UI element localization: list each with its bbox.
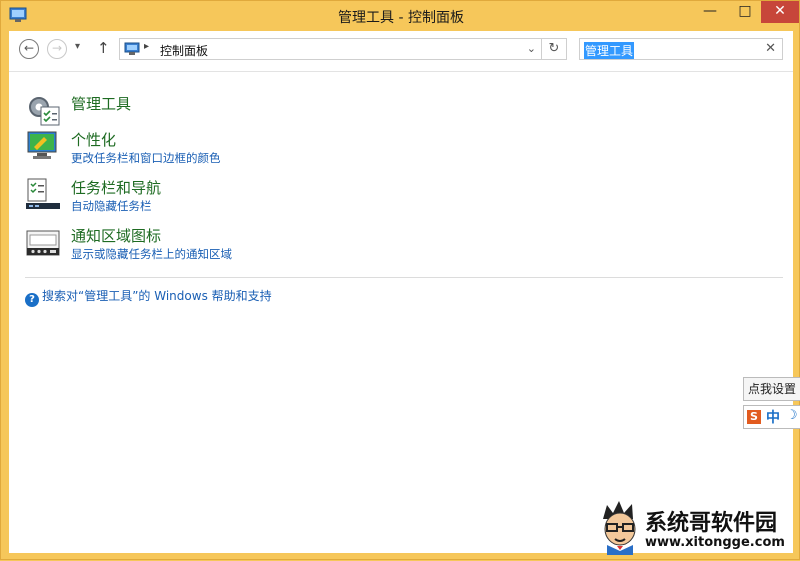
sogou-logo-icon[interactable]: S [747,410,761,424]
divider [25,277,783,278]
watermark-title: 系统哥软件园 [645,511,778,536]
address-bar[interactable]: ▸ 控制面板 ⌄ ↻ [119,38,567,60]
breadcrumb-separator[interactable]: ▸ [144,41,149,52]
maximize-button[interactable]: □ [729,1,761,23]
result-item-taskbar-navigation[interactable]: 任务栏和导航 自动隐藏任务栏 [25,177,325,215]
item-title[interactable]: 任务栏和导航 [71,177,161,198]
back-button[interactable]: ← [19,39,39,59]
navigation-bar: ← → ▾ ↑ ▸ 控制面板 ⌄ ↻ 管理工具 ✕ [9,31,793,71]
search-input[interactable]: 管理工具 ✕ [579,38,783,60]
site-watermark: 系统哥软件园 www.xitongge.com [597,495,800,561]
clear-search-button[interactable]: ✕ [765,41,776,56]
address-dropdown-button[interactable]: ⌄ [527,42,536,55]
recent-locations-button[interactable]: ▾ [75,41,80,52]
item-title[interactable]: 个性化 [71,129,116,150]
search-query[interactable]: 管理工具 [584,42,635,59]
notification-area-icon [26,230,60,256]
ime-toolbar[interactable]: S 中 ☽ [743,405,800,429]
title-bar[interactable]: 管理工具 - 控制面板 — □ ✕ [1,1,800,31]
up-button[interactable]: ↑ [97,39,110,57]
item-subtitle-link[interactable]: 更改任务栏和窗口边框的颜色 [71,150,221,166]
taskbar-navigation-icon [26,178,60,209]
divider [9,71,793,72]
ime-chinese-mode-button[interactable]: 中 [766,407,780,427]
personalization-icon [27,131,57,159]
result-item-notification-area[interactable]: 通知区域图标 显示或隐藏任务栏上的通知区域 [25,225,325,263]
help-icon: ? [25,293,39,307]
moon-icon[interactable]: ☽ [786,408,798,423]
watermark-url: www.xitongge.com [645,535,785,550]
main-content: ← → ▾ ↑ ▸ 控制面板 ⌄ ↻ 管理工具 ✕ 管理工具 个性化 更改任务栏… [9,31,793,553]
breadcrumb-control-panel[interactable]: 控制面板 [160,42,208,59]
close-button[interactable]: ✕ [761,1,799,23]
refresh-button[interactable]: ↻ [541,39,566,59]
result-item-admin-tools[interactable]: 管理工具 [25,93,325,129]
item-subtitle-link[interactable]: 显示或隐藏任务栏上的通知区域 [71,246,232,262]
item-subtitle-link[interactable]: 自动隐藏任务栏 [71,198,152,214]
control-panel-icon [124,42,140,55]
window-title: 管理工具 - 控制面板 [338,10,464,26]
item-title[interactable]: 管理工具 [71,93,131,114]
admin-tools-icon [29,97,60,126]
result-item-personalization[interactable]: 个性化 更改任务栏和窗口边框的颜色 [25,129,325,167]
help-search-link[interactable]: ? 搜索对“管理工具”的 Windows 帮助和支持 [25,287,272,307]
window-frame: 管理工具 - 控制面板 — □ ✕ ← → ▾ ↑ ▸ 控制面板 ⌄ ↻ 管理工… [0,0,800,560]
item-title[interactable]: 通知区域图标 [71,225,161,246]
forward-button[interactable]: → [47,39,67,59]
ime-settings-tooltip[interactable]: 点我设置 [743,377,800,401]
help-link-text[interactable]: 搜索对“管理工具”的 Windows 帮助和支持 [42,289,272,303]
mascot-face-icon [603,501,636,555]
minimize-button[interactable]: — [691,1,729,23]
